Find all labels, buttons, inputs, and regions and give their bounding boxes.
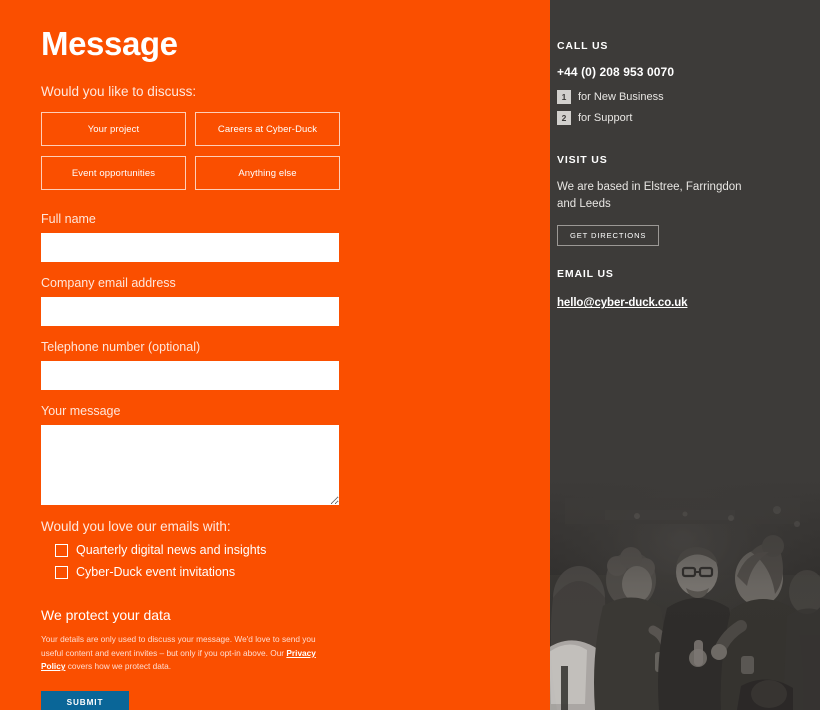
topic-button-event-opportunities[interactable]: Event opportunities <box>41 156 186 191</box>
field-telephone: Telephone number (optional) <box>41 340 505 391</box>
checkbox-row-quarterly-news[interactable]: Quarterly digital news and insights <box>55 543 505 557</box>
telephone-label: Telephone number (optional) <box>41 340 201 355</box>
telephone-input[interactable] <box>41 361 339 391</box>
field-full-name: Full name <box>41 212 505 263</box>
visit-us-body: We are based in Elstree, Farringdon and … <box>557 181 742 210</box>
message-form-panel: Message Would you like to discuss: Your … <box>0 0 545 710</box>
topic-button-your-project[interactable]: Your project <box>41 112 186 147</box>
event-photo <box>545 480 820 710</box>
full-name-label: Full name <box>41 212 96 227</box>
get-directions-button[interactable]: GET DIRECTIONS <box>557 225 660 247</box>
newsletter-prompt-label: Would you love our emails with: <box>41 519 231 535</box>
privacy-body-part1: Your details are only used to discuss yo… <box>41 634 316 658</box>
extension-row-new-business: 1 for New Business <box>557 90 800 104</box>
submit-button[interactable]: SUBMIT <box>41 690 129 710</box>
spacer-visit-email <box>557 246 800 268</box>
contact-page: Message Would you like to discuss: Your … <box>0 0 820 710</box>
field-company-email: Company email address <box>41 276 505 327</box>
orange-accent-stripe <box>545 0 550 710</box>
privacy-body: Your details are only used to discuss yo… <box>41 633 333 673</box>
topic-button-anything-else[interactable]: Anything else <box>195 156 340 191</box>
privacy-body-part2: covers how we protect data. <box>65 661 172 672</box>
extension-label-new-business: for New Business <box>578 91 664 103</box>
call-us-heading: CALL US <box>557 40 609 52</box>
page-title: Message <box>41 25 178 62</box>
spacer-call-visit <box>557 132 800 154</box>
visit-us-heading: VISIT US <box>557 154 608 166</box>
email-address-link[interactable]: hello@cyber-duck.co.uk <box>557 297 688 309</box>
checkbox-event-invitations-label: Cyber-Duck event invitations <box>76 565 236 580</box>
company-email-input[interactable] <box>41 297 339 327</box>
extension-key-2: 2 <box>557 111 571 125</box>
field-your-message: Your message <box>41 404 505 506</box>
full-name-input[interactable] <box>41 233 339 263</box>
checkbox-quarterly-news-label: Quarterly digital news and insights <box>76 543 267 558</box>
company-email-label: Company email address <box>41 276 176 291</box>
your-message-textarea[interactable] <box>41 425 339 506</box>
topic-button-careers[interactable]: Careers at Cyber-Duck <box>195 112 340 147</box>
extension-row-support: 2 for Support <box>557 111 800 125</box>
extension-label-support: for Support <box>578 112 633 124</box>
checkbox-quarterly-news[interactable] <box>55 543 68 557</box>
email-us-heading: EMAIL US <box>557 268 614 281</box>
phone-number[interactable]: +44 (0) 208 953 0070 <box>557 65 800 79</box>
checkbox-event-invitations[interactable] <box>55 565 68 579</box>
contact-info-content: CALL US +44 (0) 208 953 0070 1 for New B… <box>557 40 800 311</box>
your-message-label: Your message <box>41 404 121 419</box>
discuss-prompt-label: Would you like to discuss: <box>41 84 197 100</box>
extension-key-1: 1 <box>557 90 571 104</box>
topic-button-group: Your project Careers at Cyber-Duck Event… <box>41 112 505 191</box>
checkbox-row-event-invitations[interactable]: Cyber-Duck event invitations <box>55 565 505 579</box>
contact-info-panel: CALL US +44 (0) 208 953 0070 1 for New B… <box>545 0 820 710</box>
privacy-heading: We protect your data <box>41 607 171 624</box>
